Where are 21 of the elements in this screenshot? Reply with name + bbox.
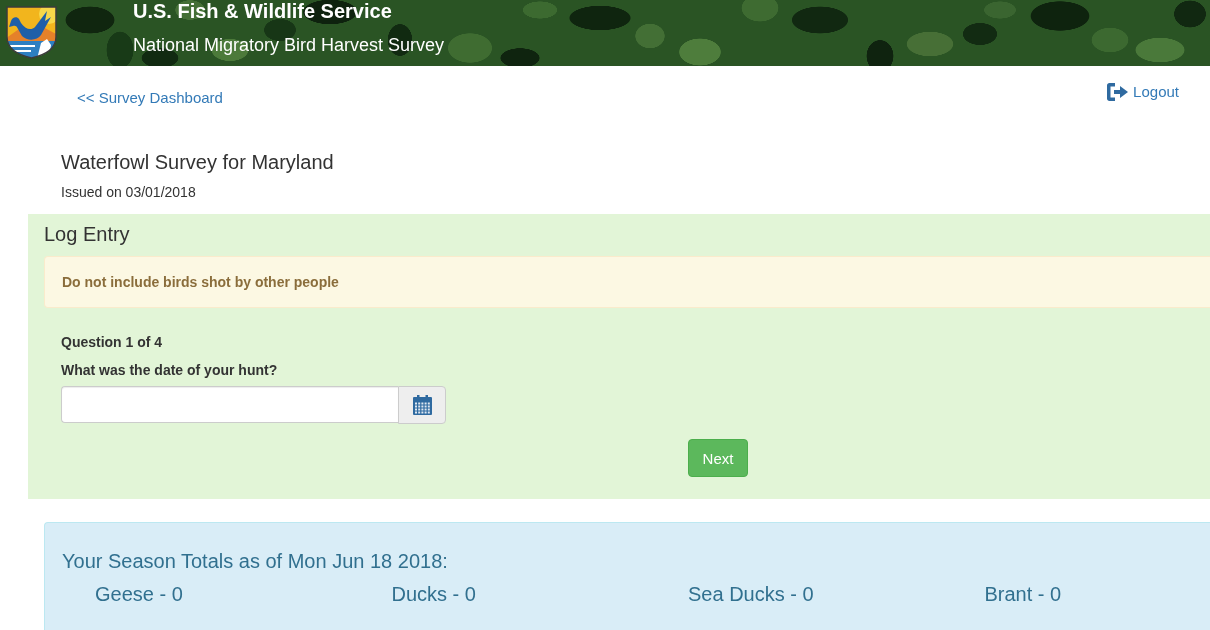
calendar-icon xyxy=(412,395,432,415)
survey-program-name: National Migratory Bird Harvest Survey xyxy=(133,34,445,56)
agency-logo xyxy=(5,5,58,59)
survey-title: Waterfowl Survey for Maryland xyxy=(60,150,335,174)
total-count: Brant - 0 xyxy=(984,582,1062,606)
dashboard-link[interactable]: << Survey Dashboard xyxy=(77,88,223,108)
agency-name: U.S. Fish & Wildlife Service xyxy=(133,0,393,22)
logout-icon xyxy=(1106,82,1130,102)
panel-title: Log Entry xyxy=(43,222,131,246)
next-button[interactable]: Next xyxy=(688,439,748,477)
total-count: Sea Ducks - 0 xyxy=(688,582,814,606)
date-input[interactable] xyxy=(61,386,398,423)
question-text: What was the date of your hunt? xyxy=(60,361,279,380)
total-count: Ducks - 0 xyxy=(391,582,476,606)
calendar-button[interactable] xyxy=(398,386,446,424)
question-number: Question 1 of 4 xyxy=(60,333,164,352)
total-count: Geese - 0 xyxy=(95,582,183,606)
issued-date: Issued on 03/01/2018 xyxy=(60,183,197,202)
warning-alert: Do not include birds shot by other people xyxy=(44,256,1210,308)
logout-link[interactable]: Logout xyxy=(1106,82,1179,102)
totals-title: Your Season Totals as of Mon Jun 18 2018: xyxy=(62,549,449,573)
